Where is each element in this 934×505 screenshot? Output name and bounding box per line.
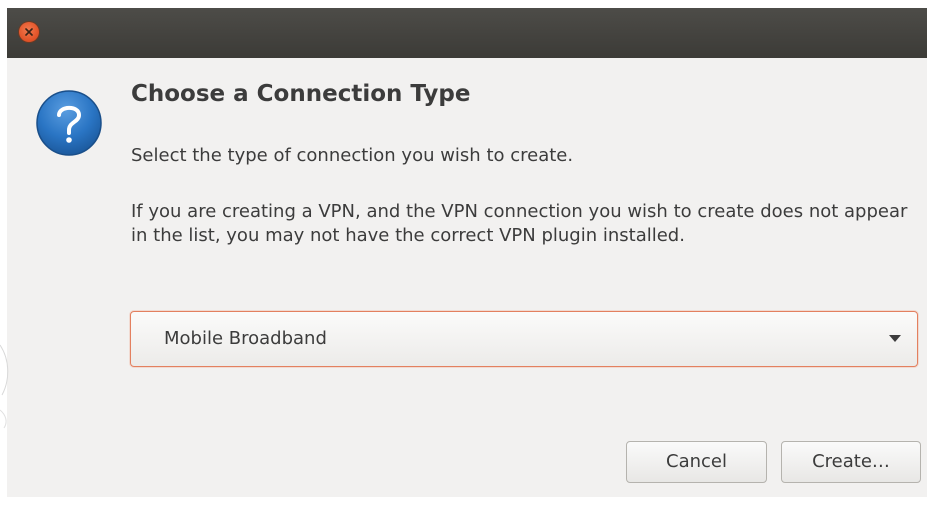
cancel-button[interactable]: Cancel	[626, 441, 767, 483]
close-button[interactable]	[19, 22, 39, 42]
connection-type-select[interactable]: Mobile Broadband	[130, 311, 918, 367]
create-button[interactable]: Create…	[781, 441, 921, 483]
chevron-down-icon	[889, 335, 901, 342]
connection-type-dialog: Choose a Connection Type Select the type…	[7, 8, 927, 497]
question-icon	[36, 90, 102, 156]
connection-type-value: Mobile Broadband	[164, 328, 327, 349]
title-bar[interactable]	[7, 8, 927, 58]
close-icon	[25, 28, 33, 36]
dialog-subtitle: Select the type of connection you wish t…	[131, 145, 574, 166]
background-decoration	[0, 344, 9, 429]
dialog-heading: Choose a Connection Type	[131, 81, 471, 107]
screen: Choose a Connection Type Select the type…	[0, 0, 934, 505]
vpn-plugin-note: If you are creating a VPN, and the VPN c…	[131, 201, 908, 246]
